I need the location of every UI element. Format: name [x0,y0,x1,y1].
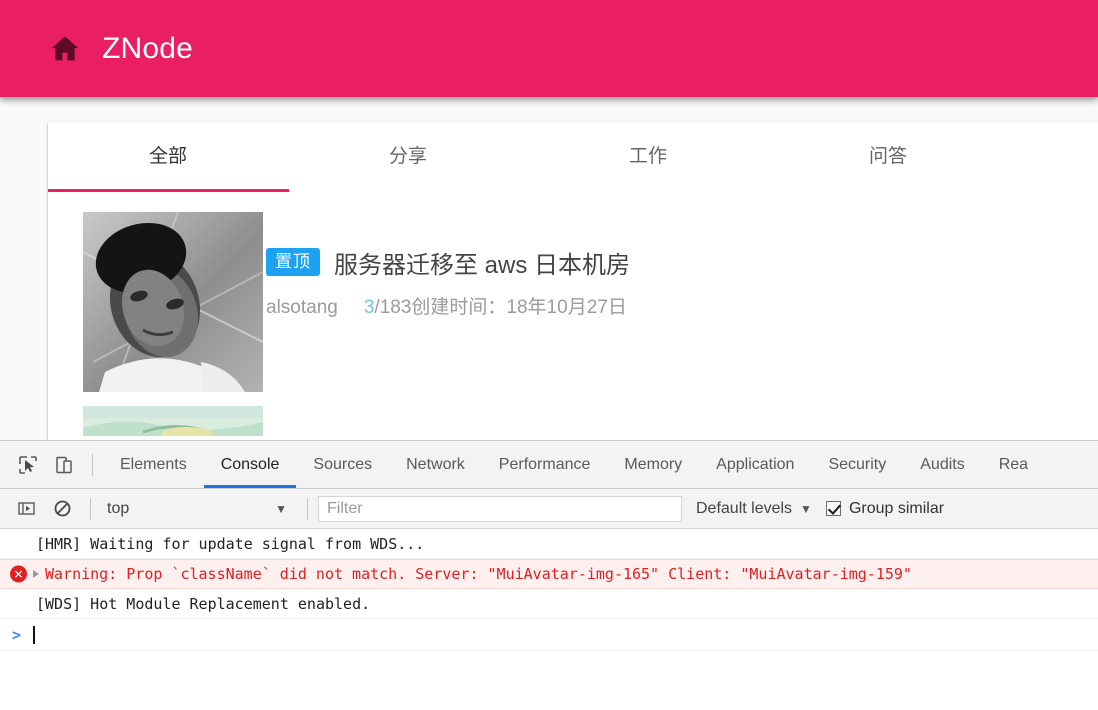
post-list: 置顶 服务器迁移至 aws 日本机房 alsotang 3/183创建时间：18年… [48,192,1098,440]
list-item[interactable]: 置顶 服务器迁移至 aws 日本机房 alsotang 3/183创建时间：18年… [48,192,1098,406]
device-toolbar-icon[interactable] [49,450,79,480]
console-toolbar-divider [90,497,91,520]
group-similar-toggle[interactable]: Group similar [825,499,945,518]
tab-qa[interactable]: 问答 [768,122,1008,192]
home-icon[interactable] [48,32,102,66]
toolbar-divider [92,453,93,476]
content-card: 全部 分享 工作 问答 置顶 服务器迁移至 aws 日本机房 alsotang … [48,122,1098,440]
error-icon: ✕ [10,565,27,583]
execution-context-value: top [107,499,130,517]
tab-share[interactable]: 分享 [288,122,528,192]
group-similar-label: Group similar [848,499,945,517]
tab-performance[interactable]: Performance [482,441,608,488]
post-meta: alsotang 3/183创建时间：18年10月27日 [266,292,630,319]
console-prompt[interactable]: > [0,619,1098,651]
console-message-text: Warning: Prop `className` did not match.… [45,565,912,583]
expand-triangle-icon[interactable] [33,570,39,578]
tab-sources[interactable]: Sources [296,441,389,488]
log-levels-select[interactable]: Default levels ▼ [696,500,812,518]
post-author[interactable]: alsotang [266,297,338,318]
console-sidebar-icon[interactable] [11,494,41,524]
brand-title: ZNode [102,31,194,65]
clear-console-icon[interactable] [47,494,77,524]
post-title[interactable]: 服务器迁移至 aws 日本机房 [334,245,630,280]
tab-all[interactable]: 全部 [48,122,288,192]
avatar[interactable] [83,212,263,392]
post-body: 置顶 服务器迁移至 aws 日本机房 alsotang 3/183创建时间：18年… [266,242,630,319]
status-badge: 置顶 [266,248,320,276]
post-created-label: 创建时间： [411,297,507,318]
console-log: [HMR] Waiting for update signal from WDS… [0,529,1098,651]
inspected-page: ZNode 全部 分享 工作 问答 置顶 服务器迁移至 aws 日本机房 als… [0,0,1098,440]
tab-elements[interactable]: Elements [103,441,204,488]
log-levels-value: Default levels [696,499,793,517]
avatar[interactable] [83,406,263,436]
post-created-date: 18年10月27日 [506,297,627,318]
devtools-panel: Elements Console Sources Network Perform… [0,440,1098,710]
tab-audits[interactable]: Audits [903,441,981,488]
devtools-tabbar: Elements Console Sources Network Perform… [0,441,1098,489]
post-total-count: /183 [374,297,412,318]
inspect-cursor-icon[interactable] [13,450,43,480]
console-toolbar: top ▼ Default levels ▼ Group similar [0,489,1098,529]
tab-memory[interactable]: Memory [607,441,699,488]
post-reply-count: 3 [363,297,375,318]
console-message-log[interactable]: [WDS] Hot Module Replacement enabled. [0,589,1098,619]
app-bar: ZNode [0,0,1098,97]
tab-application[interactable]: Application [699,441,811,488]
console-message-error[interactable]: ✕ Warning: Prop `className` did not matc… [0,559,1098,589]
execution-context-select[interactable]: top ▼ [101,496,297,522]
prompt-chevron-icon: > [12,625,22,644]
tab-react[interactable]: Rea [982,441,1045,488]
console-toolbar-divider-2 [307,497,308,520]
tab-strip: 全部 分享 工作 问答 [48,122,1098,192]
list-item[interactable] [48,406,1098,440]
post-title-line: 置顶 服务器迁移至 aws 日本机房 [266,242,630,282]
chevron-down-icon: ▼ [275,501,287,516]
checkbox-icon[interactable] [825,501,841,516]
tab-network[interactable]: Network [389,441,482,488]
filter-input[interactable] [318,495,682,522]
text-cursor [33,625,36,644]
console-message-text: [HMR] Waiting for update signal from WDS… [36,534,425,553]
chevron-down-icon: ▼ [800,501,812,516]
tab-console[interactable]: Console [204,441,297,488]
console-message-text: [WDS] Hot Module Replacement enabled. [36,594,371,613]
tab-security[interactable]: Security [811,441,903,488]
console-message-log[interactable]: [HMR] Waiting for update signal from WDS… [0,529,1098,559]
tab-job[interactable]: 工作 [528,122,768,192]
